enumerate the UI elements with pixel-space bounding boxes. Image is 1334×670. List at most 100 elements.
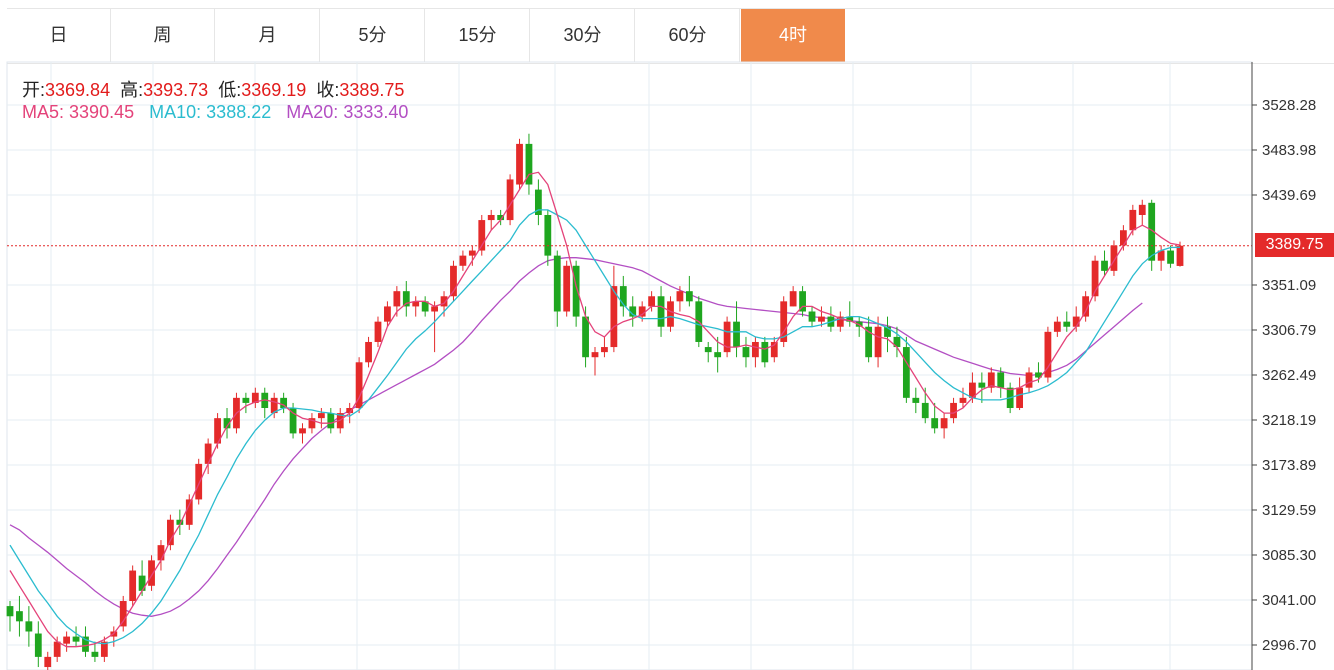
candle-body xyxy=(714,352,722,358)
candle-body xyxy=(733,321,740,348)
candle xyxy=(1025,367,1033,393)
candle xyxy=(950,397,957,424)
candle xyxy=(261,387,269,419)
candle xyxy=(402,281,410,317)
candle xyxy=(44,651,52,670)
candle xyxy=(280,392,288,414)
candle xyxy=(987,367,995,393)
y-tick-label: 3528.28 xyxy=(1262,97,1316,114)
ma-info: MA5: 3390.45 MA10: 3388.22 MA20: 3333.40 xyxy=(22,102,408,123)
candle xyxy=(299,423,306,444)
candle-body xyxy=(648,296,656,307)
candle xyxy=(836,311,844,332)
candle-body xyxy=(704,347,712,353)
candle-body xyxy=(1129,209,1137,231)
candle xyxy=(421,296,429,317)
candle-body xyxy=(591,352,599,358)
candle xyxy=(1072,306,1080,332)
candle-body xyxy=(157,545,165,561)
candle xyxy=(534,179,542,226)
candle-body xyxy=(365,341,372,363)
candle-body xyxy=(742,347,750,358)
candle xyxy=(742,336,750,368)
close-value: 3389.75 xyxy=(339,80,405,100)
candle-body xyxy=(242,397,250,403)
candle xyxy=(327,408,335,434)
candle xyxy=(752,336,759,368)
candle xyxy=(251,387,259,409)
candle-body xyxy=(16,611,23,622)
candle-body xyxy=(978,382,986,388)
candle xyxy=(16,595,23,637)
y-tick-label: 3262.49 xyxy=(1262,367,1316,384)
candle xyxy=(619,275,627,317)
ohlc-info: 开:3369.84 高:3393.73 低:3369.19 收:3389.75 xyxy=(22,76,404,102)
candle-body xyxy=(374,321,382,342)
candle xyxy=(846,301,854,327)
candle xyxy=(129,565,137,607)
candle-body xyxy=(761,341,769,363)
candle xyxy=(704,341,712,363)
y-tick-label: 3041.00 xyxy=(1262,592,1316,609)
candle xyxy=(176,509,184,535)
ma5-line xyxy=(9,171,1181,648)
y-tick-label: 3218.19 xyxy=(1262,412,1316,429)
candle-body xyxy=(468,250,476,256)
y-tick-label: 3483.98 xyxy=(1262,142,1316,159)
candle-body xyxy=(563,265,571,312)
candle-body xyxy=(34,633,42,657)
candle-body xyxy=(997,372,1005,388)
candle xyxy=(82,626,89,657)
candle xyxy=(676,286,684,312)
candle-body xyxy=(931,418,939,429)
candle-body xyxy=(789,291,797,307)
candle-body xyxy=(752,341,759,358)
candle xyxy=(242,392,250,414)
candle xyxy=(940,413,948,439)
high-value: 3393.73 xyxy=(143,80,209,100)
ma5-label: MA5: xyxy=(22,102,65,122)
candle xyxy=(1063,311,1071,332)
candle-body xyxy=(384,306,391,322)
low-label: 低: xyxy=(218,80,242,100)
candle-body xyxy=(1016,387,1023,409)
y-axis: 3528.28 3483.98 3439.69 3351.09 3306.79 3262.… xyxy=(1251,62,1316,670)
ma5-value: 3390.45 xyxy=(69,102,135,122)
candle-body xyxy=(1101,260,1108,271)
candles xyxy=(6,133,1184,670)
candle-body xyxy=(119,601,127,627)
candle-body xyxy=(657,296,665,327)
candle-body xyxy=(1138,204,1146,215)
candle xyxy=(723,316,731,358)
candle-body xyxy=(204,443,212,464)
candle xyxy=(827,306,835,332)
ma10-series xyxy=(9,209,1181,645)
candle-body xyxy=(63,636,71,644)
candle xyxy=(667,296,674,332)
open-label: 开: xyxy=(22,80,46,100)
candle xyxy=(431,301,438,353)
candle xyxy=(733,301,740,358)
candle-body xyxy=(129,570,137,602)
candle-body xyxy=(72,636,80,642)
candle xyxy=(1091,255,1099,302)
candle xyxy=(516,138,523,190)
candle-body xyxy=(1167,250,1174,264)
ma5-series xyxy=(9,171,1181,648)
ma10-value: 3388.22 xyxy=(206,102,272,122)
candle-body xyxy=(553,255,561,312)
candle-body xyxy=(912,397,920,403)
candle-body xyxy=(516,143,523,185)
candle-body xyxy=(601,347,608,353)
candle xyxy=(374,316,382,348)
y-tick-label: 3306.79 xyxy=(1262,322,1316,339)
y-tick-label: 3439.69 xyxy=(1262,187,1316,204)
candle-body xyxy=(582,316,589,358)
y-tick-label: 3085.30 xyxy=(1262,547,1316,564)
last-price-badge: 3389.75 xyxy=(1255,233,1334,257)
y-tick-label: 3351.09 xyxy=(1262,277,1316,294)
candle xyxy=(601,336,608,358)
candle xyxy=(119,595,127,632)
candle-body xyxy=(1053,321,1061,332)
ma10-label: MA10: xyxy=(149,102,202,122)
